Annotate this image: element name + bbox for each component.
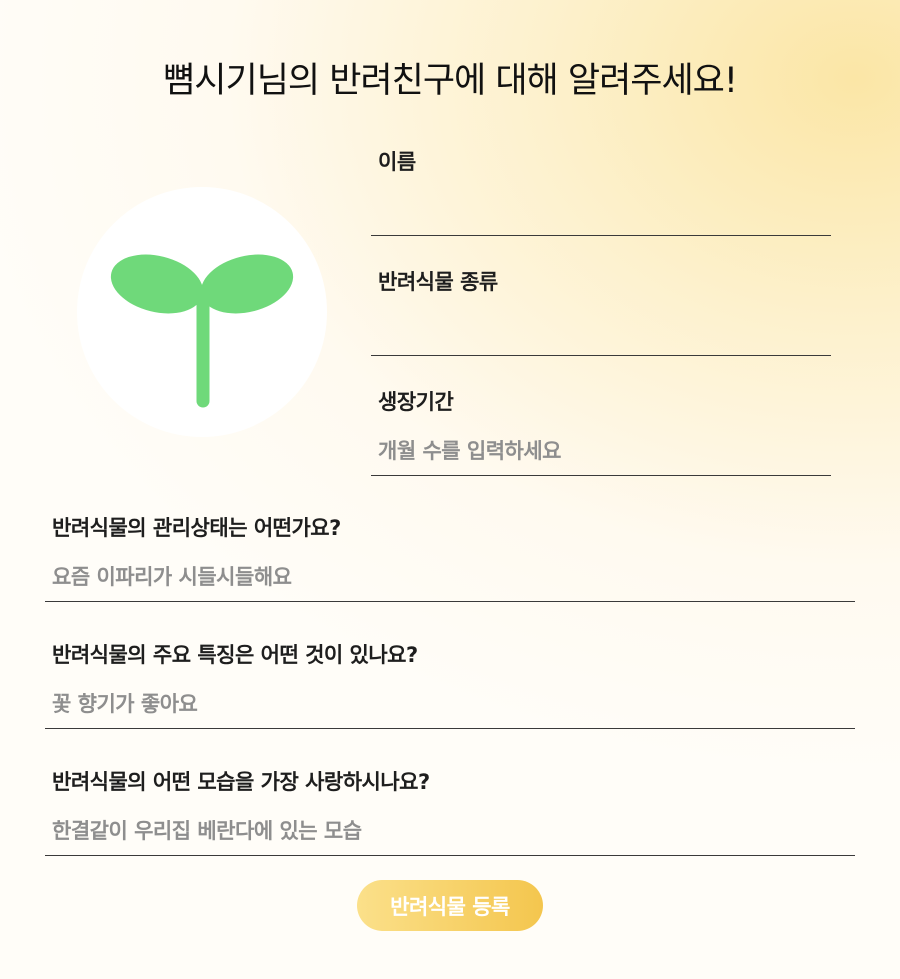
- love-underline: [45, 855, 855, 856]
- kind-field-group: 반려식물 종류: [371, 266, 831, 356]
- love-field-group: 반려식물의 어떤 모습을 가장 사랑하시나요?: [45, 766, 855, 856]
- name-input[interactable]: [371, 194, 831, 228]
- love-label: 반려식물의 어떤 모습을 가장 사랑하시나요?: [52, 770, 430, 794]
- feature-field-group: 반려식물의 주요 특징은 어떤 것이 있나요?: [45, 639, 855, 729]
- care-label: 반려식물의 관리상태는 어떤가요?: [52, 516, 341, 540]
- sprout-icon: [110, 254, 294, 408]
- period-label: 생장기간: [378, 390, 454, 414]
- kind-label: 반려식물 종류: [378, 270, 498, 294]
- kind-input[interactable]: [371, 314, 831, 348]
- period-underline: [371, 475, 831, 476]
- love-input[interactable]: [45, 814, 855, 848]
- name-underline: [371, 235, 831, 236]
- register-plant-button[interactable]: 반려식물 등록: [357, 880, 543, 931]
- feature-underline: [45, 728, 855, 729]
- care-field-group: 반려식물의 관리상태는 어떤가요?: [45, 512, 855, 602]
- period-input[interactable]: [371, 434, 831, 468]
- kind-underline: [371, 355, 831, 356]
- feature-input[interactable]: [45, 687, 855, 721]
- feature-label: 반려식물의 주요 특징은 어떤 것이 있나요?: [52, 643, 418, 667]
- period-field-group: 생장기간: [371, 386, 831, 476]
- page-title: 뼘시기님의 반려친구에 대해 알려주세요!: [163, 61, 738, 101]
- name-field-group: 이름: [371, 146, 831, 236]
- care-underline: [45, 601, 855, 602]
- plant-avatar[interactable]: [77, 187, 327, 437]
- name-label: 이름: [378, 150, 416, 174]
- care-input[interactable]: [45, 560, 855, 594]
